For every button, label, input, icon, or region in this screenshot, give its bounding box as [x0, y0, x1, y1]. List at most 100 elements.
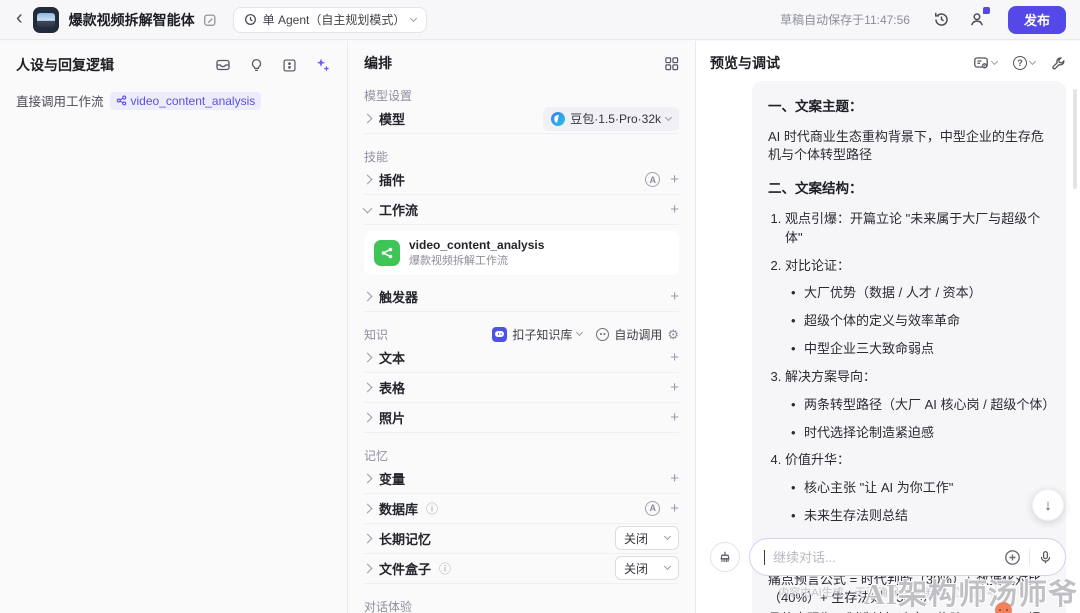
chevron-right-icon [363, 412, 373, 422]
orchestration-panel: 编排 模型设置 模型 豆包·1.5·Pro·32k [348, 41, 696, 613]
collaboration-button[interactable] [964, 6, 992, 34]
agent-mode-icon [244, 13, 257, 26]
auto-call-setting[interactable]: 自动调用 ⚙ [596, 326, 679, 343]
doubao-model-icon [551, 112, 565, 126]
edit-title-icon[interactable] [203, 13, 217, 27]
row-longterm-memory[interactable]: 长期记忆 关闭 [364, 524, 679, 554]
knowledge-section-label: 知识 扣子知识库 自动调用 ⚙ [364, 326, 679, 343]
bullet-item: 时代选择论制造紧迫感 [791, 424, 1050, 443]
knowledge-label-text: 知识 [364, 326, 388, 343]
row-text-label: 文本 [379, 348, 405, 367]
scrollbar-thumb[interactable] [1073, 89, 1077, 189]
debug-settings-button[interactable] [973, 55, 997, 71]
tools-button[interactable] [1051, 56, 1066, 71]
workflow-card[interactable]: video_content_analysis 爆款视频拆解工作流 [364, 231, 679, 275]
orchestration-title: 编排 [364, 53, 392, 73]
emoji-avatar-peek [995, 602, 1012, 613]
model-section-label: 模型设置 [364, 87, 679, 104]
add-workflow-button[interactable]: + [670, 202, 679, 217]
clear-context-button[interactable] [710, 542, 740, 572]
auto-badge-icon: A [645, 501, 660, 516]
add-text-knowledge-button[interactable]: + [670, 350, 679, 365]
gear-icon[interactable]: ⚙ [667, 328, 679, 341]
attach-button[interactable] [1004, 549, 1021, 566]
row-knowledge-text[interactable]: 文本 + [364, 343, 679, 373]
row-workflows[interactable]: 工作流 + [364, 195, 679, 225]
auto-badge-icon: A [645, 172, 660, 187]
workflow-card-icon [374, 240, 400, 266]
publish-button[interactable]: 发布 [1008, 6, 1066, 34]
help-menu-button[interactable]: ? [1013, 56, 1035, 70]
longterm-memory-select[interactable]: 关闭 [615, 526, 679, 550]
auto-call-icon [596, 328, 609, 341]
chevron-right-icon [363, 473, 373, 483]
lightbulb-icon[interactable] [249, 58, 264, 73]
row-table-label: 表格 [379, 378, 405, 397]
row-variables[interactable]: 变量 + [364, 464, 679, 494]
message-ordered-list: 观点引爆：开篇立论 "未来属于大厂与超级个体" 对比论证： 大厂优势（数据 / … [768, 210, 1050, 526]
bullet-item: 超级个体的定义与效率革命 [791, 312, 1050, 331]
agent-title: 爆款视频拆解智能体 [69, 10, 195, 30]
chevron-down-icon [991, 58, 998, 65]
outline-view-icon[interactable] [282, 58, 297, 73]
text-caret [764, 550, 765, 565]
chevron-right-icon [363, 563, 373, 573]
ai-disclaimer: 内容由AI生成，无法确保真实准确，仅供参考 [696, 584, 1080, 600]
wrench-icon [1051, 56, 1066, 71]
back-button[interactable]: ‹ [14, 8, 25, 31]
question-icon: ? [1013, 56, 1027, 70]
row-model[interactable]: 模型 豆包·1.5·Pro·32k [364, 104, 679, 134]
layout-grid-icon[interactable] [664, 56, 679, 71]
row-model-label: 模型 [379, 109, 405, 128]
add-table-knowledge-button[interactable]: + [670, 380, 679, 395]
preview-title: 预览与调试 [710, 53, 780, 73]
row-triggers[interactable]: 触发器 + [364, 282, 679, 312]
row-workflows-label: 工作流 [379, 200, 418, 219]
longterm-memory-value: 关闭 [624, 530, 648, 547]
chevron-right-icon [363, 114, 373, 124]
version-history-button[interactable] [928, 6, 956, 34]
kb-source-label: 扣子知识库 [512, 326, 572, 343]
row-database-label: 数据库 [379, 499, 418, 518]
chevron-down-icon [664, 533, 671, 540]
chevron-down-icon [363, 203, 373, 213]
row-filebox[interactable]: 文件盒子 ⓘ 关闭 [364, 554, 679, 584]
workflow-tag[interactable]: video_content_analysis [110, 92, 262, 110]
message-paragraph: AI 时代商业生态重构背景下，中型企业的生存危机与个体转型路径 [768, 128, 1050, 166]
chat-input-field[interactable] [773, 550, 996, 565]
message-heading: 二、文案结构： [768, 179, 1050, 199]
row-knowledge-table[interactable]: 表格 + [364, 373, 679, 403]
list-item: 观点引爆：开篇立论 "未来属于大厂与超级个体" [785, 210, 1050, 248]
coze-kb-icon [492, 327, 507, 342]
voice-input-button[interactable] [1038, 550, 1053, 565]
preview-panel: 预览与调试 ? [696, 41, 1080, 613]
agent-mode-selector[interactable]: 单 Agent（自主规划模式） [233, 7, 428, 33]
add-variable-button[interactable]: + [670, 471, 679, 486]
add-trigger-button[interactable]: + [670, 289, 679, 304]
bullet-item: 核心主张 "让 AI 为你工作" [791, 479, 1050, 498]
skills-section-label: 技能 [364, 148, 679, 165]
row-variables-label: 变量 [379, 469, 405, 488]
prompt-library-icon[interactable] [215, 57, 231, 73]
chat-experience-section-label: 对话体验 [364, 598, 679, 613]
chat-input-box[interactable] [749, 538, 1066, 576]
add-photo-knowledge-button[interactable]: + [670, 410, 679, 425]
bullet-item: 未来生存法则总结 [791, 507, 1050, 526]
scroll-to-bottom-button[interactable]: ↓ [1032, 489, 1064, 521]
row-database[interactable]: 数据库 ⓘ A + [364, 494, 679, 524]
add-plugin-button[interactable]: + [670, 172, 679, 187]
workflow-icon [116, 95, 127, 106]
add-database-button[interactable]: + [670, 501, 679, 516]
agent-avatar [33, 7, 59, 33]
chevron-down-icon [410, 14, 417, 21]
row-knowledge-photo[interactable]: 照片 + [364, 403, 679, 433]
bot-message: 一、文案主题： AI 时代商业生态重构背景下，中型企业的生存危机与个体转型路径 … [752, 81, 1066, 613]
filebox-select[interactable]: 关闭 [615, 556, 679, 580]
ai-polish-icon[interactable] [315, 57, 331, 73]
kb-source-selector[interactable]: 扣子知识库 [492, 326, 582, 343]
model-selector[interactable]: 豆包·1.5·Pro·32k [543, 107, 679, 131]
chevron-down-icon [664, 563, 671, 570]
notification-badge [983, 7, 990, 14]
row-plugins[interactable]: 插件 A + [364, 165, 679, 195]
chat-input-row [710, 538, 1066, 576]
